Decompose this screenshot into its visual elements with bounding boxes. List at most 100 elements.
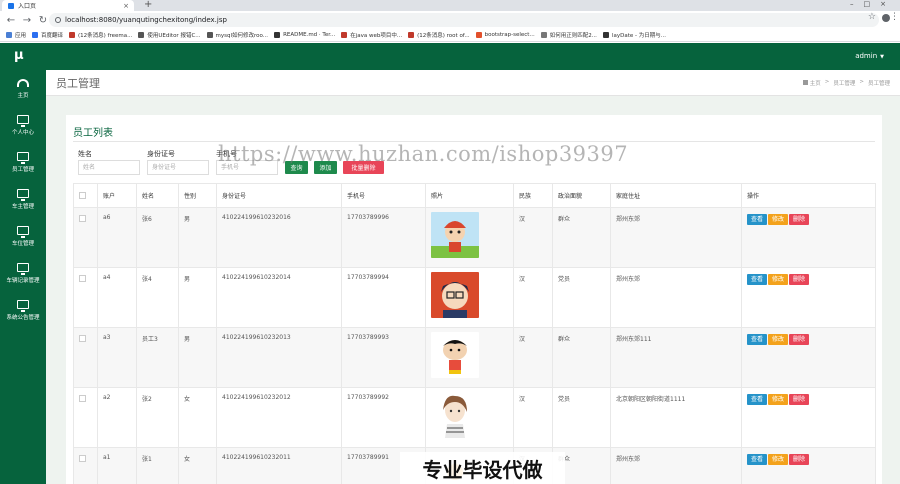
user-menu[interactable]: admin ▼ xyxy=(855,52,884,60)
browser-tab[interactable]: 入口页 × xyxy=(2,0,134,11)
view-button[interactable]: 查看 xyxy=(747,334,768,345)
delete-button[interactable]: 删除 xyxy=(789,274,810,285)
edit-button[interactable]: 修改 xyxy=(768,274,789,285)
back-icon[interactable]: ← xyxy=(6,15,16,26)
bookmark-item[interactable]: 如何用正则匹配2... xyxy=(540,31,597,39)
row-select-cell[interactable] xyxy=(73,447,98,484)
employee-table: 账户 姓名 性别 身份证号 手机号 照片 民族 政治面貌 家庭住址 操作 a6 张… xyxy=(73,183,876,484)
delete-button[interactable]: 删除 xyxy=(789,214,810,225)
row-checkbox[interactable] xyxy=(79,455,86,462)
column-header: 操作 xyxy=(741,183,876,208)
view-button[interactable]: 查看 xyxy=(747,274,768,285)
bookmark-item[interactable]: README.md · Ter... xyxy=(274,32,335,38)
cell-gender: 男 xyxy=(178,327,217,388)
select-all-cell[interactable] xyxy=(73,183,98,208)
edit-button[interactable]: 修改 xyxy=(768,394,789,405)
bookmark-item[interactable]: mysql如何修改roo... xyxy=(206,31,268,39)
sidebar: 主页个人中心 员工管理 车主管理 车位管理 车辆记录管理 系统公告管理 xyxy=(0,70,46,484)
sidebar-item-label: 主页 xyxy=(17,92,29,99)
row-select-cell[interactable] xyxy=(73,207,98,268)
cell-gender: 男 xyxy=(178,267,217,328)
user-name: admin xyxy=(855,52,878,60)
edit-button[interactable]: 修改 xyxy=(768,454,789,465)
sidebar-item[interactable]: 个人中心 xyxy=(0,107,46,144)
row-select-cell[interactable] xyxy=(73,327,98,388)
cell-account: a2 xyxy=(97,387,137,448)
info-icon[interactable] xyxy=(55,17,61,23)
view-button[interactable]: 查看 xyxy=(747,454,768,465)
cell-address: 郑州东郊 xyxy=(610,207,742,268)
row-select-cell[interactable] xyxy=(73,387,98,448)
sidebar-item[interactable]: 车辆记录管理 xyxy=(0,255,46,292)
bookmark-icon xyxy=(138,32,145,38)
sidebar-item[interactable]: 车位管理 xyxy=(0,218,46,255)
bookmark-label: (12条消息) root of... xyxy=(417,33,470,39)
cell-political: 党员 xyxy=(552,267,611,328)
view-button[interactable]: 查看 xyxy=(747,214,768,225)
bookmark-label: README.md · Ter... xyxy=(283,32,336,38)
menu-icon[interactable]: ⋮ xyxy=(890,12,899,22)
cell-name: 张2 xyxy=(136,387,179,448)
forward-icon[interactable]: → xyxy=(22,15,32,26)
monitor-icon xyxy=(17,263,29,275)
row-checkbox[interactable] xyxy=(79,275,86,282)
bookmark-item[interactable]: (12条消息) root of... xyxy=(408,31,470,39)
cell-ethnicity: 汉 xyxy=(513,387,553,448)
monitor-icon xyxy=(17,189,29,201)
bookmark-item[interactable]: 应用 xyxy=(6,31,26,39)
url-text: localhost:8080/yuanqutingchexitong/index… xyxy=(65,16,227,24)
edit-button[interactable]: 修改 xyxy=(768,214,789,225)
table-row: a6 张6 男 410224199610232016 17703789996 汉群众 郑州东… xyxy=(73,207,876,268)
cell-phone: 17703789996 xyxy=(341,207,426,268)
bookmark-label: (12条消息) freema... xyxy=(78,33,133,39)
cell-address: 郑州东郊111 xyxy=(610,327,742,388)
delete-button[interactable]: 删除 xyxy=(789,454,810,465)
reload-icon[interactable]: ↻ xyxy=(38,15,48,26)
close-icon[interactable]: × xyxy=(123,2,129,10)
edit-button[interactable]: 修改 xyxy=(768,334,789,345)
bookmarks-bar: 应用 百度翻译 (12条消息) freema... 使用UEditor 报错C... m… xyxy=(0,29,900,42)
sidebar-item[interactable]: 系统公告管理 xyxy=(0,292,46,329)
row-select-cell[interactable] xyxy=(73,267,98,328)
select-all-checkbox[interactable] xyxy=(79,192,86,199)
delete-button[interactable]: 删除 xyxy=(789,394,810,405)
home-icon xyxy=(802,80,808,85)
bookmark-item[interactable]: 在java web项目中... xyxy=(341,31,402,39)
table-row: a4 张4 男 410224199610232014 17703789994 汉党员 郑州东… xyxy=(73,267,876,328)
url-input[interactable]: localhost:8080/yuanqutingchexitong/index… xyxy=(49,13,879,27)
view-button[interactable]: 查看 xyxy=(747,394,768,405)
cell-gender: 男 xyxy=(178,207,217,268)
bookmark-item[interactable]: (12条消息) freema... xyxy=(69,31,132,39)
row-checkbox[interactable] xyxy=(79,395,86,402)
cell-address: 郑州东郊 xyxy=(610,447,742,484)
caret-down-icon: ▼ xyxy=(880,54,884,60)
name-search-input[interactable] xyxy=(78,160,140,175)
monitor-icon xyxy=(17,152,29,164)
bookmark-label: 在java web项目中... xyxy=(350,33,403,39)
window-controls[interactable]: –□× xyxy=(850,0,896,8)
monitor-icon xyxy=(17,226,29,238)
profile-icon[interactable] xyxy=(882,14,890,22)
row-checkbox[interactable] xyxy=(79,335,86,342)
star-icon[interactable]: ☆ xyxy=(868,12,876,22)
bookmark-item[interactable]: 使用UEditor 报错C... xyxy=(138,31,201,39)
id-label: 身份证号 xyxy=(147,150,175,158)
address-bar: ← → ↻ localhost:8080/yuanqutingchexitong… xyxy=(0,11,900,29)
sidebar-item[interactable]: 车主管理 xyxy=(0,181,46,218)
watermark-url: https://www.huzhan.com/ishop39397 xyxy=(218,142,629,166)
cell-phone: 17703789994 xyxy=(341,267,426,328)
row-checkbox[interactable] xyxy=(79,215,86,222)
column-header: 手机号 xyxy=(341,183,426,208)
bookmark-item[interactable]: layDate - 为日期与... xyxy=(602,31,666,39)
id-search-input[interactable] xyxy=(147,160,209,175)
bookmark-item[interactable]: bootstrap-select... xyxy=(475,32,535,38)
sidebar-item[interactable]: 主页 xyxy=(0,70,46,107)
breadcrumb-home[interactable]: 主页 xyxy=(802,79,821,87)
breadcrumb-item[interactable]: 员工管理 xyxy=(833,79,855,87)
cell-account: a3 xyxy=(97,327,137,388)
breadcrumb-sep: > xyxy=(859,79,864,85)
sidebar-item[interactable]: 员工管理 xyxy=(0,144,46,181)
bookmark-item[interactable]: 百度翻译 xyxy=(32,31,63,39)
delete-button[interactable]: 删除 xyxy=(789,334,810,345)
new-tab-icon[interactable]: + xyxy=(144,0,152,10)
